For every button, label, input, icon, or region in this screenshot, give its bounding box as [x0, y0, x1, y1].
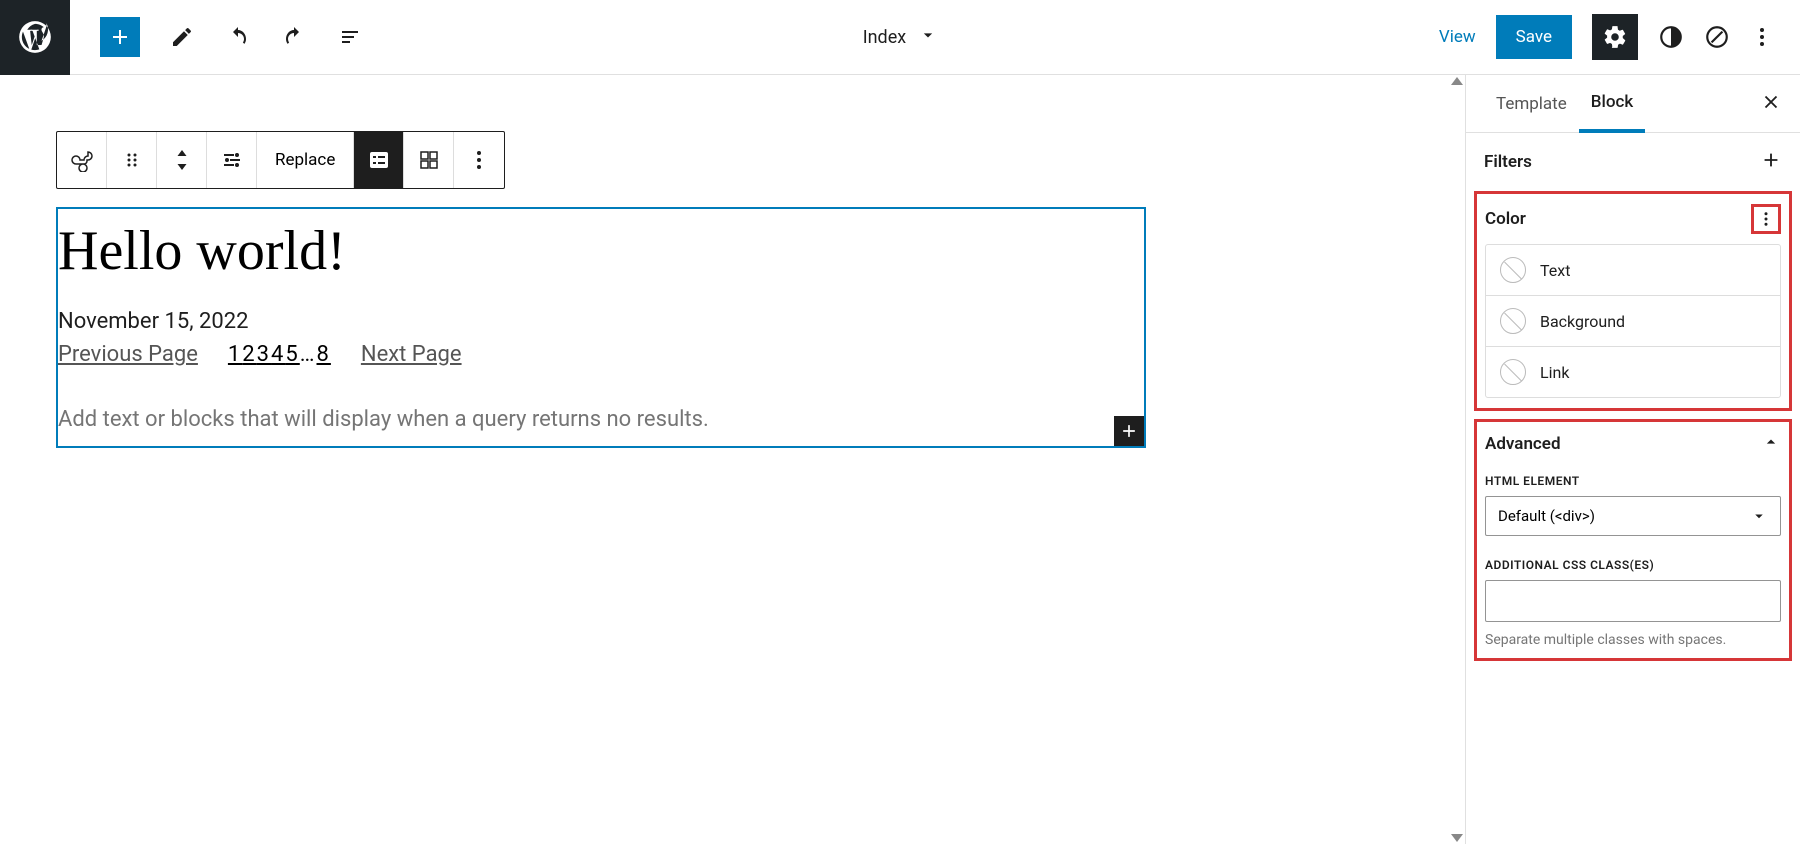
wordpress-logo[interactable]	[0, 0, 70, 75]
html-element-label: HTML ELEMENT	[1485, 474, 1781, 488]
canvas-scrollbar[interactable]	[1447, 75, 1465, 844]
post-title[interactable]: Hello world!	[58, 209, 1144, 309]
color-text-row[interactable]: Text	[1486, 245, 1780, 296]
color-swatch-none-icon	[1500, 359, 1526, 385]
settings-button[interactable]	[1592, 14, 1638, 60]
advanced-label: Advanced	[1485, 434, 1561, 454]
view-link[interactable]: View	[1439, 27, 1476, 47]
color-swatch-none-icon	[1500, 308, 1526, 334]
settings-sidebar: Template Block Filters Color Text	[1465, 75, 1800, 844]
drag-handle-icon[interactable]	[107, 132, 157, 188]
color-panel-highlight: Color Text Background Link	[1474, 191, 1792, 411]
chevron-down-icon	[1750, 507, 1768, 525]
list-layout-icon[interactable]	[354, 132, 404, 188]
close-sidebar-button[interactable]	[1760, 91, 1782, 117]
document-title-text: Index	[863, 27, 906, 48]
next-page-link[interactable]: Next Page	[361, 342, 462, 367]
editor-canvas[interactable]: Replace Hello world! November 15, 2022 P…	[0, 75, 1465, 844]
add-block-button[interactable]	[100, 17, 140, 57]
page-numbers[interactable]: 12345…8	[228, 342, 331, 367]
filters-label: Filters	[1484, 152, 1532, 172]
replace-button[interactable]: Replace	[257, 132, 354, 188]
tab-block[interactable]: Block	[1579, 75, 1645, 133]
sidebar-tabs: Template Block	[1466, 75, 1800, 133]
css-classes-help: Separate multiple classes with spaces.	[1485, 632, 1781, 648]
color-background-row[interactable]: Background	[1486, 296, 1780, 347]
help-icon[interactable]	[1704, 24, 1730, 50]
edit-tool-icon[interactable]	[170, 25, 194, 49]
more-options-icon[interactable]	[1750, 25, 1774, 49]
tab-template[interactable]: Template	[1484, 75, 1579, 133]
add-filter-button[interactable]	[1760, 149, 1782, 175]
css-classes-input[interactable]	[1485, 580, 1781, 622]
prev-page-link[interactable]: Previous Page	[58, 342, 198, 367]
block-options-icon[interactable]	[454, 132, 504, 188]
list-view-icon[interactable]	[338, 25, 362, 49]
query-loop-block[interactable]: Hello world! November 15, 2022 Previous …	[56, 207, 1146, 448]
color-text-label: Text	[1540, 261, 1570, 280]
post-date[interactable]: November 15, 2022	[58, 309, 1144, 342]
pagination: Previous Page 12345…8 Next Page	[58, 342, 1144, 397]
color-label: Color	[1485, 209, 1526, 229]
color-list: Text Background Link	[1485, 244, 1781, 398]
block-toolbar: Replace	[56, 131, 505, 189]
top-toolbar: Index View Save	[0, 0, 1800, 75]
redo-icon[interactable]	[282, 25, 306, 49]
chevron-up-icon[interactable]	[1761, 432, 1781, 456]
color-link-label: Link	[1540, 363, 1569, 382]
move-down-icon[interactable]	[173, 161, 191, 173]
html-element-value: Default (<div>)	[1498, 507, 1595, 525]
color-link-row[interactable]: Link	[1486, 347, 1780, 397]
document-title-button[interactable]: Index	[362, 25, 1439, 50]
advanced-panel-highlight: Advanced HTML ELEMENT Default (<div>) AD…	[1474, 419, 1792, 661]
color-swatch-none-icon	[1500, 257, 1526, 283]
block-type-icon[interactable]	[57, 132, 107, 188]
css-classes-label: ADDITIONAL CSS CLASS(ES)	[1485, 558, 1781, 572]
color-background-label: Background	[1540, 312, 1625, 331]
filters-section: Filters	[1466, 133, 1800, 191]
no-results-placeholder[interactable]: Add text or blocks that will display whe…	[58, 397, 1144, 446]
chevron-down-icon	[918, 25, 938, 50]
color-options-button[interactable]	[1751, 204, 1781, 234]
inline-add-block-button[interactable]	[1114, 416, 1144, 446]
move-up-icon[interactable]	[173, 147, 191, 159]
save-button[interactable]: Save	[1496, 15, 1572, 59]
display-settings-icon[interactable]	[207, 132, 257, 188]
grid-layout-icon[interactable]	[404, 132, 454, 188]
html-element-select[interactable]: Default (<div>)	[1485, 496, 1781, 536]
styles-icon[interactable]	[1658, 24, 1684, 50]
move-arrows[interactable]	[157, 132, 207, 188]
undo-icon[interactable]	[226, 25, 250, 49]
